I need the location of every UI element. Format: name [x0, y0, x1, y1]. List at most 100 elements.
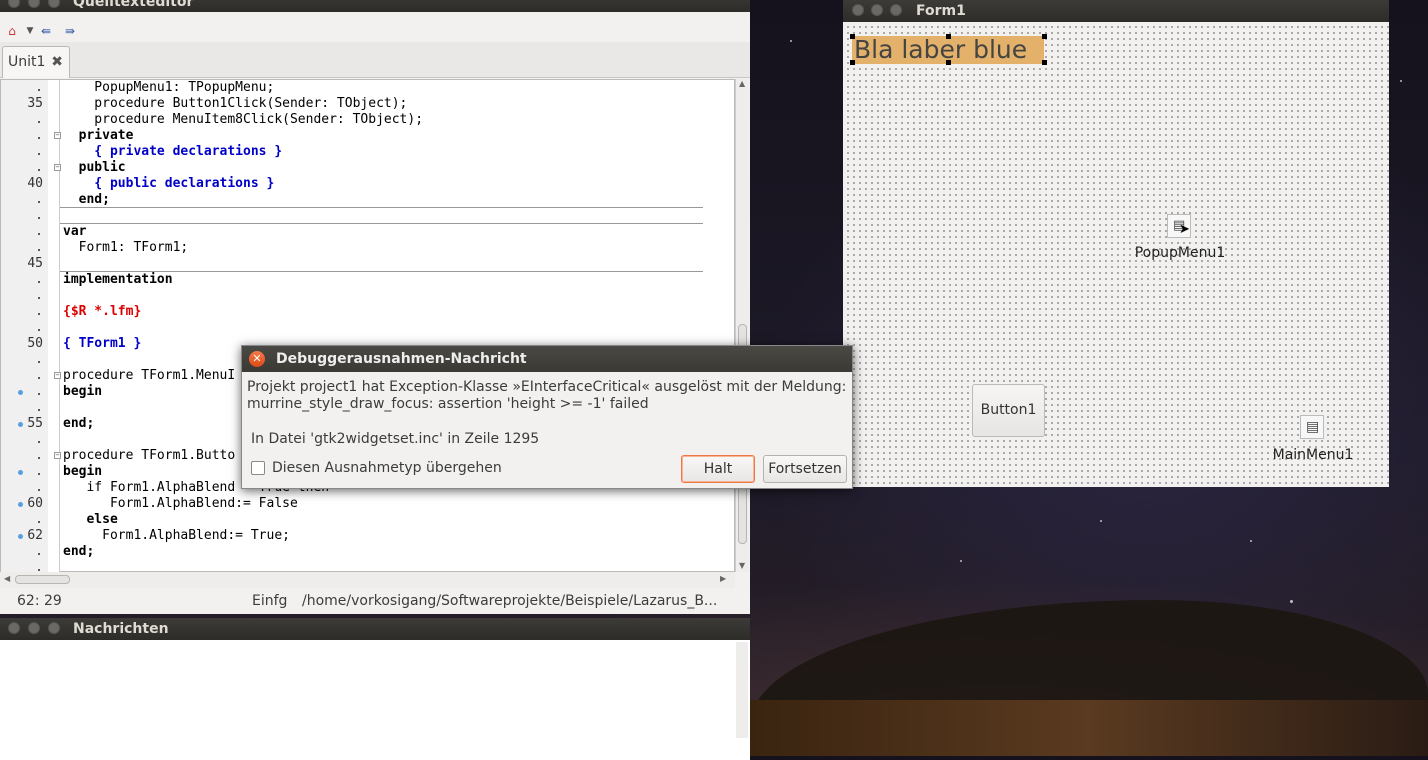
star — [1290, 600, 1293, 603]
code-text: { public declarations } — [63, 176, 275, 191]
maximize-icon[interactable] — [48, 0, 60, 8]
ignore-exception-checkbox[interactable] — [251, 461, 265, 475]
minimize-icon[interactable] — [871, 4, 883, 16]
code-text: public — [63, 160, 126, 175]
code-line[interactable]: . end; — [1, 192, 734, 208]
halt-button[interactable]: Halt — [681, 455, 755, 483]
resize-handle[interactable] — [946, 34, 951, 39]
resize-handle[interactable] — [850, 34, 855, 39]
code-line[interactable]: . {$R *.lfm} — [1, 304, 734, 320]
messages-window: Nachrichten — [0, 618, 750, 760]
minimize-icon[interactable] — [28, 622, 40, 634]
line-number: . — [35, 448, 43, 463]
line-number: . — [35, 192, 43, 207]
fold-toggle-icon[interactable]: − — [54, 372, 61, 379]
breakpoint-marker[interactable] — [18, 422, 23, 427]
resize-handle[interactable] — [850, 60, 855, 65]
code-line[interactable]: . — [1, 320, 734, 336]
exception-message: Projekt project1 hat Exception-Klasse »E… — [247, 379, 847, 413]
breakpoint-marker[interactable] — [18, 534, 23, 539]
section-divider — [60, 271, 703, 272]
line-number: . — [35, 240, 43, 255]
resize-handle[interactable] — [1042, 34, 1047, 39]
fold-toggle-icon[interactable]: − — [54, 164, 61, 171]
star — [790, 40, 792, 42]
horizontal-scroll-thumb[interactable] — [15, 575, 70, 584]
close-icon[interactable] — [8, 622, 20, 634]
file-path: /home/vorkosigang/Softwareprojekte/Beisp… — [302, 593, 718, 609]
code-line[interactable]: . implementation — [1, 272, 734, 288]
line-number: . — [35, 288, 43, 303]
code-area[interactable]: . PopupMenu1: TPopupMenu; 35 procedure Bu… — [0, 79, 735, 575]
line-number: . — [35, 144, 43, 159]
editor-titlebar[interactable]: Quelltexteditor — [0, 0, 750, 12]
code-line[interactable]: 40 { public declarations } — [1, 176, 734, 192]
home-icon[interactable]: ⌂ — [4, 23, 20, 39]
scroll-left-icon[interactable]: ◀ — [4, 574, 10, 583]
code-line[interactable]: . private − — [1, 128, 734, 144]
code-line[interactable]: . public − — [1, 160, 734, 176]
form-title: Form1 — [916, 3, 966, 19]
code-line[interactable]: . Form1: TForm1; — [1, 240, 734, 256]
line-number: . — [35, 272, 43, 287]
jump-back-icon[interactable]: ⇚ — [38, 23, 54, 39]
line-number: . — [35, 512, 43, 527]
code-text: else — [63, 512, 118, 527]
jump-forward-icon[interactable]: ⇛ — [62, 23, 78, 39]
code-line[interactable]: . — [1, 288, 734, 304]
popup-menu-icon[interactable]: ▤ ➤ — [1167, 214, 1191, 238]
messages-scrollbar[interactable] — [736, 642, 748, 738]
breakpoint-marker[interactable] — [18, 470, 23, 475]
messages-list[interactable] — [0, 640, 750, 760]
tab-unit1[interactable]: Unit1 ✖ — [2, 46, 70, 78]
close-icon[interactable] — [8, 0, 20, 8]
code-text: begin — [63, 384, 103, 399]
main-menu-icon[interactable]: ▤ — [1300, 415, 1324, 439]
close-tab-icon[interactable]: ✖ — [51, 47, 63, 77]
star — [1250, 540, 1252, 542]
scroll-down-icon[interactable]: ▼ — [739, 561, 745, 570]
editor-tabbar: Unit1 ✖ — [0, 42, 750, 78]
scroll-up-icon[interactable]: ▲ — [739, 79, 745, 88]
dialog-title: Debuggerausnahmen-Nachricht — [276, 351, 527, 367]
code-line[interactable]: . var — [1, 224, 734, 240]
code-text: Form1: TForm1; — [63, 240, 189, 255]
scroll-right-icon[interactable]: ▶ — [720, 574, 726, 583]
code-line[interactable]: . — [1, 208, 734, 224]
maximize-icon[interactable] — [48, 622, 60, 634]
fold-toggle-icon[interactable]: − — [54, 452, 61, 459]
line-number: . — [35, 128, 43, 143]
code-line[interactable]: . { private declarations } — [1, 144, 734, 160]
code-line[interactable]: . PopupMenu1: TPopupMenu; — [1, 80, 734, 96]
code-line[interactable]: 60 Form1.AlphaBlend:= False — [1, 496, 734, 512]
fold-toggle-icon[interactable]: − — [54, 132, 61, 139]
code-line[interactable]: . procedure MenuItem8Click(Sender: TObje… — [1, 112, 734, 128]
vertical-scrollbar[interactable]: ▲ ▼ — [735, 79, 749, 572]
minimize-icon[interactable] — [28, 0, 40, 8]
maximize-icon[interactable] — [890, 4, 902, 16]
horizontal-scrollbar[interactable]: ◀ ▶ — [0, 572, 735, 588]
code-line[interactable]: 45 — [1, 256, 734, 272]
continue-button[interactable]: Fortsetzen — [763, 455, 847, 483]
dialog-titlebar[interactable]: ✕ Debuggerausnahmen-Nachricht — [242, 346, 852, 372]
editor-statusbar: 62: 29 Einfg /home/vorkosigang/Softwarep… — [0, 590, 750, 612]
close-icon[interactable]: ✕ — [249, 351, 265, 367]
ignore-exception-label[interactable]: Diesen Ausnahmetyp übergehen — [272, 460, 502, 476]
code-line[interactable]: . end; — [1, 544, 734, 560]
messages-titlebar[interactable]: Nachrichten — [0, 618, 750, 640]
chevron-down-icon[interactable]: ▼ — [22, 23, 38, 39]
code-text: procedure TForm1.Butto — [63, 448, 236, 463]
form-titlebar[interactable]: Form1 — [843, 0, 1389, 22]
breakpoint-marker[interactable] — [18, 502, 23, 507]
code-line[interactable]: 62 Form1.AlphaBlend:= True; — [1, 528, 734, 544]
resize-handle[interactable] — [946, 60, 951, 65]
form-canvas[interactable]: Bla laber blue ▤ ➤ PopupMenu1 Button1 ▤ … — [843, 22, 1389, 487]
breakpoint-marker[interactable] — [18, 390, 23, 395]
close-icon[interactable] — [852, 4, 864, 16]
label-text: Bla laber blue — [854, 35, 1028, 64]
resize-handle[interactable] — [1042, 60, 1047, 65]
code-line[interactable]: 35 procedure Button1Click(Sender: TObjec… — [1, 96, 734, 112]
button1-component[interactable]: Button1 — [972, 384, 1045, 437]
code-line[interactable]: . else — [1, 512, 734, 528]
code-text: end; — [63, 544, 95, 559]
